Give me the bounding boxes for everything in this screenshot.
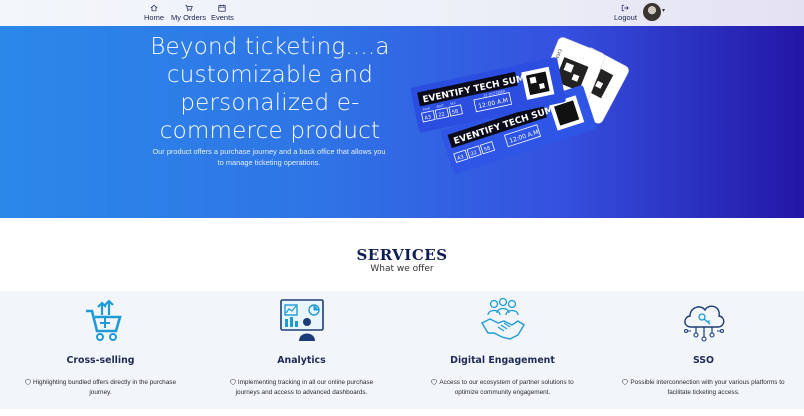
nav-home-label: Home [144, 13, 165, 22]
nav-my-orders-label: My Orders [171, 13, 207, 22]
service-title: Digital Engagement [450, 355, 555, 366]
service-card-analytics: Analytics Implementing tracking in all o… [201, 291, 402, 409]
services-cards: Cross-selling Highlighting bundled offer… [0, 291, 804, 409]
hero-subtitle-line: Our product offers a purchase journey an… [152, 147, 386, 156]
service-desc-line: optimize community engagement. [454, 389, 551, 396]
top-navbar: Home My Orders Events Logout ▾ [0, 0, 804, 26]
shield-check-icon [25, 379, 31, 385]
service-desc-line: facilitate ticketing access. [667, 389, 740, 396]
tickets-illustration: EVENTIFY TECH SUMMIT EVENTIFY TECH SUMMI… [410, 37, 629, 174]
user-avatar[interactable] [643, 3, 661, 21]
service-desc-line: Highlighting bundled offers directly in … [32, 379, 177, 386]
cross-selling-cart-icon [85, 299, 122, 341]
cart-icon [184, 3, 193, 13]
service-card-cross-selling: Cross-selling Highlighting bundled offer… [0, 291, 201, 409]
service-title: Analytics [277, 355, 326, 366]
service-description: Possible interconnection with your vario… [611, 378, 796, 398]
chevron-down-icon[interactable]: ▾ [662, 7, 665, 14]
hero-title-line: customizable and [166, 62, 374, 88]
service-desc-line: Implementing tracking in all our online … [237, 379, 374, 386]
home-icon [150, 3, 158, 13]
hero-title: Beyond ticketing....a customizable and p… [130, 33, 410, 145]
analytics-dashboard-icon [279, 299, 324, 341]
shield-check-icon [622, 379, 629, 385]
shield-check-icon [230, 379, 236, 385]
hero-subtitle: Our product offers a purchase journey an… [134, 146, 404, 168]
hero-title-line: personalized e- [180, 90, 360, 116]
nav-events[interactable]: Events [211, 3, 234, 22]
service-desc-line: Access to our ecosystem of partner solut… [439, 379, 574, 386]
service-desc-line: journey. [89, 389, 112, 396]
service-card-sso: SSO Possible interconnection with your v… [603, 291, 804, 409]
nav-my-orders[interactable]: My Orders [171, 3, 206, 22]
hero-subtitle-line: to manage ticketing operations. [217, 158, 321, 167]
service-title: Cross-selling [66, 355, 135, 366]
nav-events-label: Events [211, 13, 234, 22]
service-title: SSO [692, 355, 715, 366]
service-desc-line: Possible interconnection with your vario… [630, 379, 785, 386]
nav-logout[interactable]: Logout [614, 3, 637, 22]
calendar-icon [218, 3, 227, 13]
logout-icon [621, 3, 630, 13]
nav-home[interactable]: Home [144, 3, 164, 22]
hero-title-line: commerce product [159, 118, 381, 144]
services-subtitle: What we offer [370, 264, 434, 274]
nav-logout-label: Logout [614, 13, 637, 22]
service-description: Highlighting bundled offers directly in … [8, 378, 193, 398]
services-title: SERVICES [356, 246, 448, 264]
service-card-digital-engagement: Digital Engagement Access to our ecosyst… [402, 291, 603, 409]
handshake-community-icon [480, 297, 525, 340]
hero-banner: Beyond ticketing....a customizable and p… [0, 26, 804, 218]
hero-title-line: Beyond ticketing....a [150, 34, 390, 60]
service-description: Access to our ecosystem of partner solut… [410, 378, 595, 398]
cloud-key-icon [683, 305, 724, 342]
service-desc-line: journeys and access to advanced dashboar… [235, 389, 368, 396]
service-description: Implementing tracking in all our online … [209, 378, 394, 398]
shield-check-icon [431, 379, 438, 385]
